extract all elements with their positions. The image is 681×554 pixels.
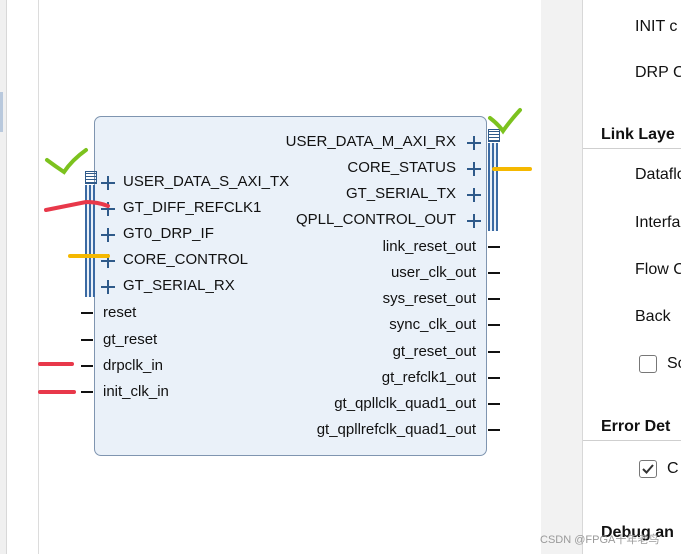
port-drpclk-in[interactable]: drpclk_in: [103, 357, 163, 375]
pin-wire[interactable]: [488, 246, 500, 248]
bus-interface-icon: [488, 129, 500, 142]
port-gt-serial-rx[interactable]: GT_SERIAL_RX: [123, 277, 235, 295]
section-title-link-layer: Link Laye: [601, 126, 675, 143]
pin-wire[interactable]: [81, 391, 93, 393]
expand-plus-icon[interactable]: [101, 280, 115, 294]
section-divider: [583, 148, 681, 149]
right-bus-pins: [488, 143, 498, 231]
port-reset[interactable]: reset: [103, 304, 136, 322]
checkbox-link-option-label: Sc: [667, 355, 681, 372]
expand-plus-icon[interactable]: [467, 188, 481, 202]
port-core-status[interactable]: CORE_STATUS: [347, 159, 456, 177]
pin-wire[interactable]: [81, 312, 93, 314]
port-gt-refclk1-out[interactable]: gt_refclk1_out: [382, 369, 476, 387]
checkbox-error-option[interactable]: [639, 460, 657, 478]
port-gt-diff-refclk1[interactable]: GT_DIFF_REFCLK1: [123, 199, 261, 217]
pin-wire[interactable]: [488, 403, 500, 405]
expand-plus-icon[interactable]: [101, 202, 115, 216]
left-panel-strip: [0, 0, 7, 554]
port-gt-serial-tx[interactable]: GT_SERIAL_TX: [346, 185, 456, 203]
pin-wire[interactable]: [81, 339, 93, 341]
pin-wire[interactable]: [488, 377, 500, 379]
prop-row-interface: Interfa: [635, 214, 681, 231]
expand-plus-icon[interactable]: [467, 162, 481, 176]
expand-plus-icon[interactable]: [467, 136, 481, 150]
checkmark-icon: [642, 464, 654, 474]
port-qpll-control-out[interactable]: QPLL_CONTROL_OUT: [296, 211, 456, 229]
prop-row-back-channel: Back: [635, 308, 671, 325]
bus-interface-icon: [85, 171, 97, 184]
pin-wire[interactable]: [488, 351, 500, 353]
checkbox-error-option-label: C: [667, 460, 679, 477]
port-sync-clk-out[interactable]: sync_clk_out: [389, 316, 476, 334]
expand-plus-icon[interactable]: [101, 228, 115, 242]
pin-wire[interactable]: [488, 324, 500, 326]
prop-row-flow-control: Flow C: [635, 261, 681, 278]
port-link-reset-out[interactable]: link_reset_out: [383, 238, 476, 256]
port-sys-reset-out[interactable]: sys_reset_out: [383, 290, 476, 308]
port-user-data-s-axi-tx[interactable]: USER_DATA_S_AXI_TX: [123, 173, 289, 191]
port-gt-qpllclk-quad1-out[interactable]: gt_qpllclk_quad1_out: [334, 395, 476, 413]
port-gt-reset-out[interactable]: gt_reset_out: [393, 343, 476, 361]
watermark-text: CSDN @FPGA十年老鸟: [540, 534, 660, 546]
port-user-clk-out[interactable]: user_clk_out: [391, 264, 476, 282]
port-gt-qpllrefclk-quad1-out[interactable]: gt_qpllrefclk_quad1_out: [317, 421, 476, 439]
expand-plus-icon[interactable]: [467, 214, 481, 228]
section-divider: [583, 440, 681, 441]
prop-row-drp: DRP C: [635, 64, 681, 81]
pin-wire[interactable]: [488, 298, 500, 300]
left-bus-pins: [85, 185, 95, 297]
port-gt0-drp-if[interactable]: GT0_DRP_IF: [123, 225, 214, 243]
prop-row-dataflow: Dataflo: [635, 166, 681, 183]
port-init-clk-in[interactable]: init_clk_in: [103, 383, 169, 401]
section-title-error-detection: Error Det: [601, 418, 671, 435]
left-panel-tab[interactable]: [0, 92, 3, 132]
checkbox-link-option[interactable]: [639, 355, 657, 373]
ip-block-aurora[interactable]: USER_DATA_S_AXI_TX GT_DIFF_REFCLK1 GT0_D…: [81, 116, 500, 456]
port-user-data-m-axi-rx[interactable]: USER_DATA_M_AXI_RX: [286, 133, 456, 151]
pin-wire[interactable]: [81, 365, 93, 367]
port-gt-reset[interactable]: gt_reset: [103, 331, 157, 349]
properties-panel: INIT c DRP C Link Laye Dataflo Interfa F…: [583, 0, 681, 554]
expand-plus-icon[interactable]: [101, 176, 115, 190]
panel-splitter[interactable]: [541, 0, 583, 554]
port-core-control[interactable]: CORE_CONTROL: [123, 251, 248, 269]
expand-plus-icon[interactable]: [101, 254, 115, 268]
pin-wire[interactable]: [488, 429, 500, 431]
prop-row-init: INIT c: [635, 18, 678, 35]
pin-wire[interactable]: [488, 272, 500, 274]
